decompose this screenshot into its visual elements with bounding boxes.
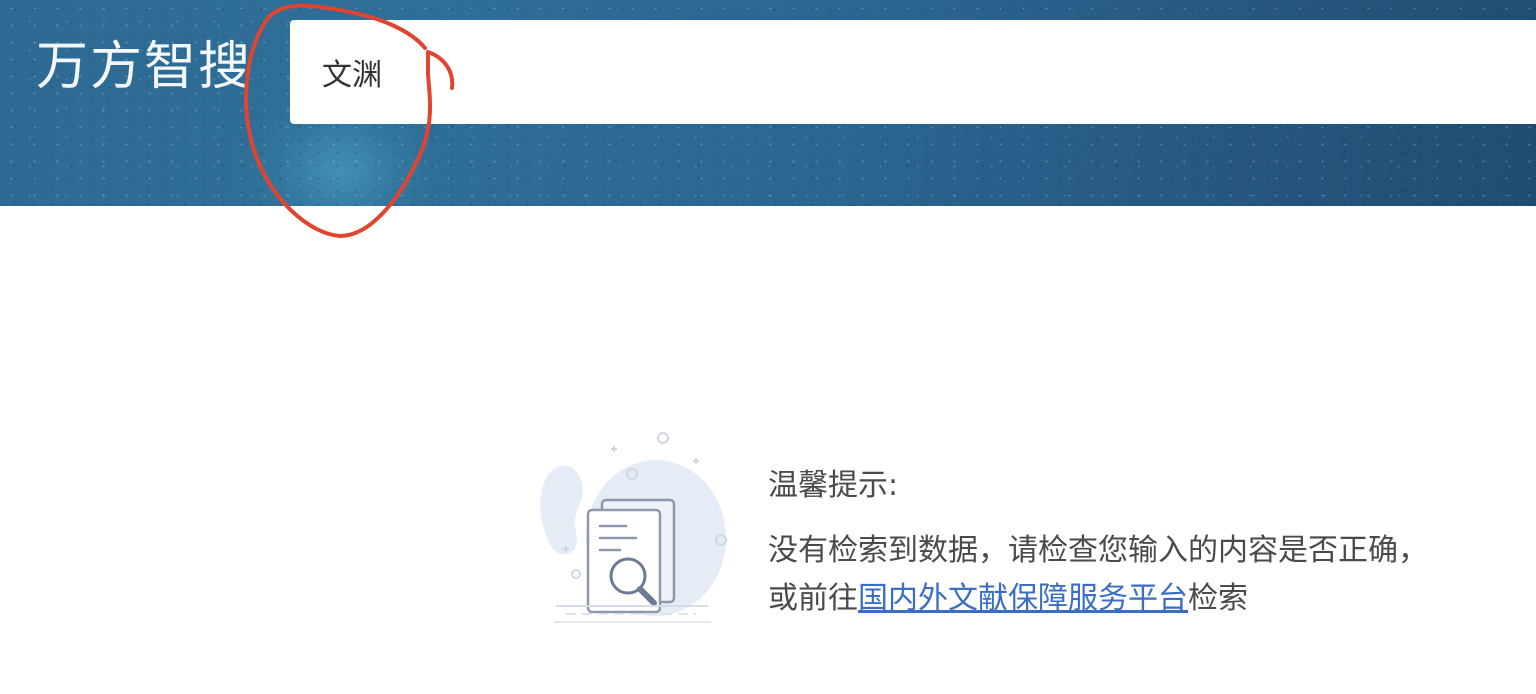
message-suffix: 检索 [1188, 581, 1248, 616]
message-line-2: 或前往国内外文献保障服务平台检索 [768, 575, 1428, 623]
message-line-1: 没有检索到数据，请检查您输入的内容是否正确， [768, 533, 1428, 568]
search-box[interactable] [290, 20, 1536, 124]
header-banner: 万方智搜 [0, 0, 1536, 206]
message-prefix: 或前往 [768, 581, 858, 616]
site-logo[interactable]: 万方智搜 [36, 34, 252, 100]
search-input[interactable] [290, 20, 1536, 124]
service-platform-link[interactable]: 国内外文献保障服务平台 [858, 581, 1188, 616]
no-results-illustration [540, 432, 727, 623]
tip-title: 温馨提示: [768, 468, 899, 503]
no-results-message: 没有检索到数据，请检查您输入的内容是否正确， 或前往国内外文献保障服务平台检索 [768, 527, 1428, 623]
